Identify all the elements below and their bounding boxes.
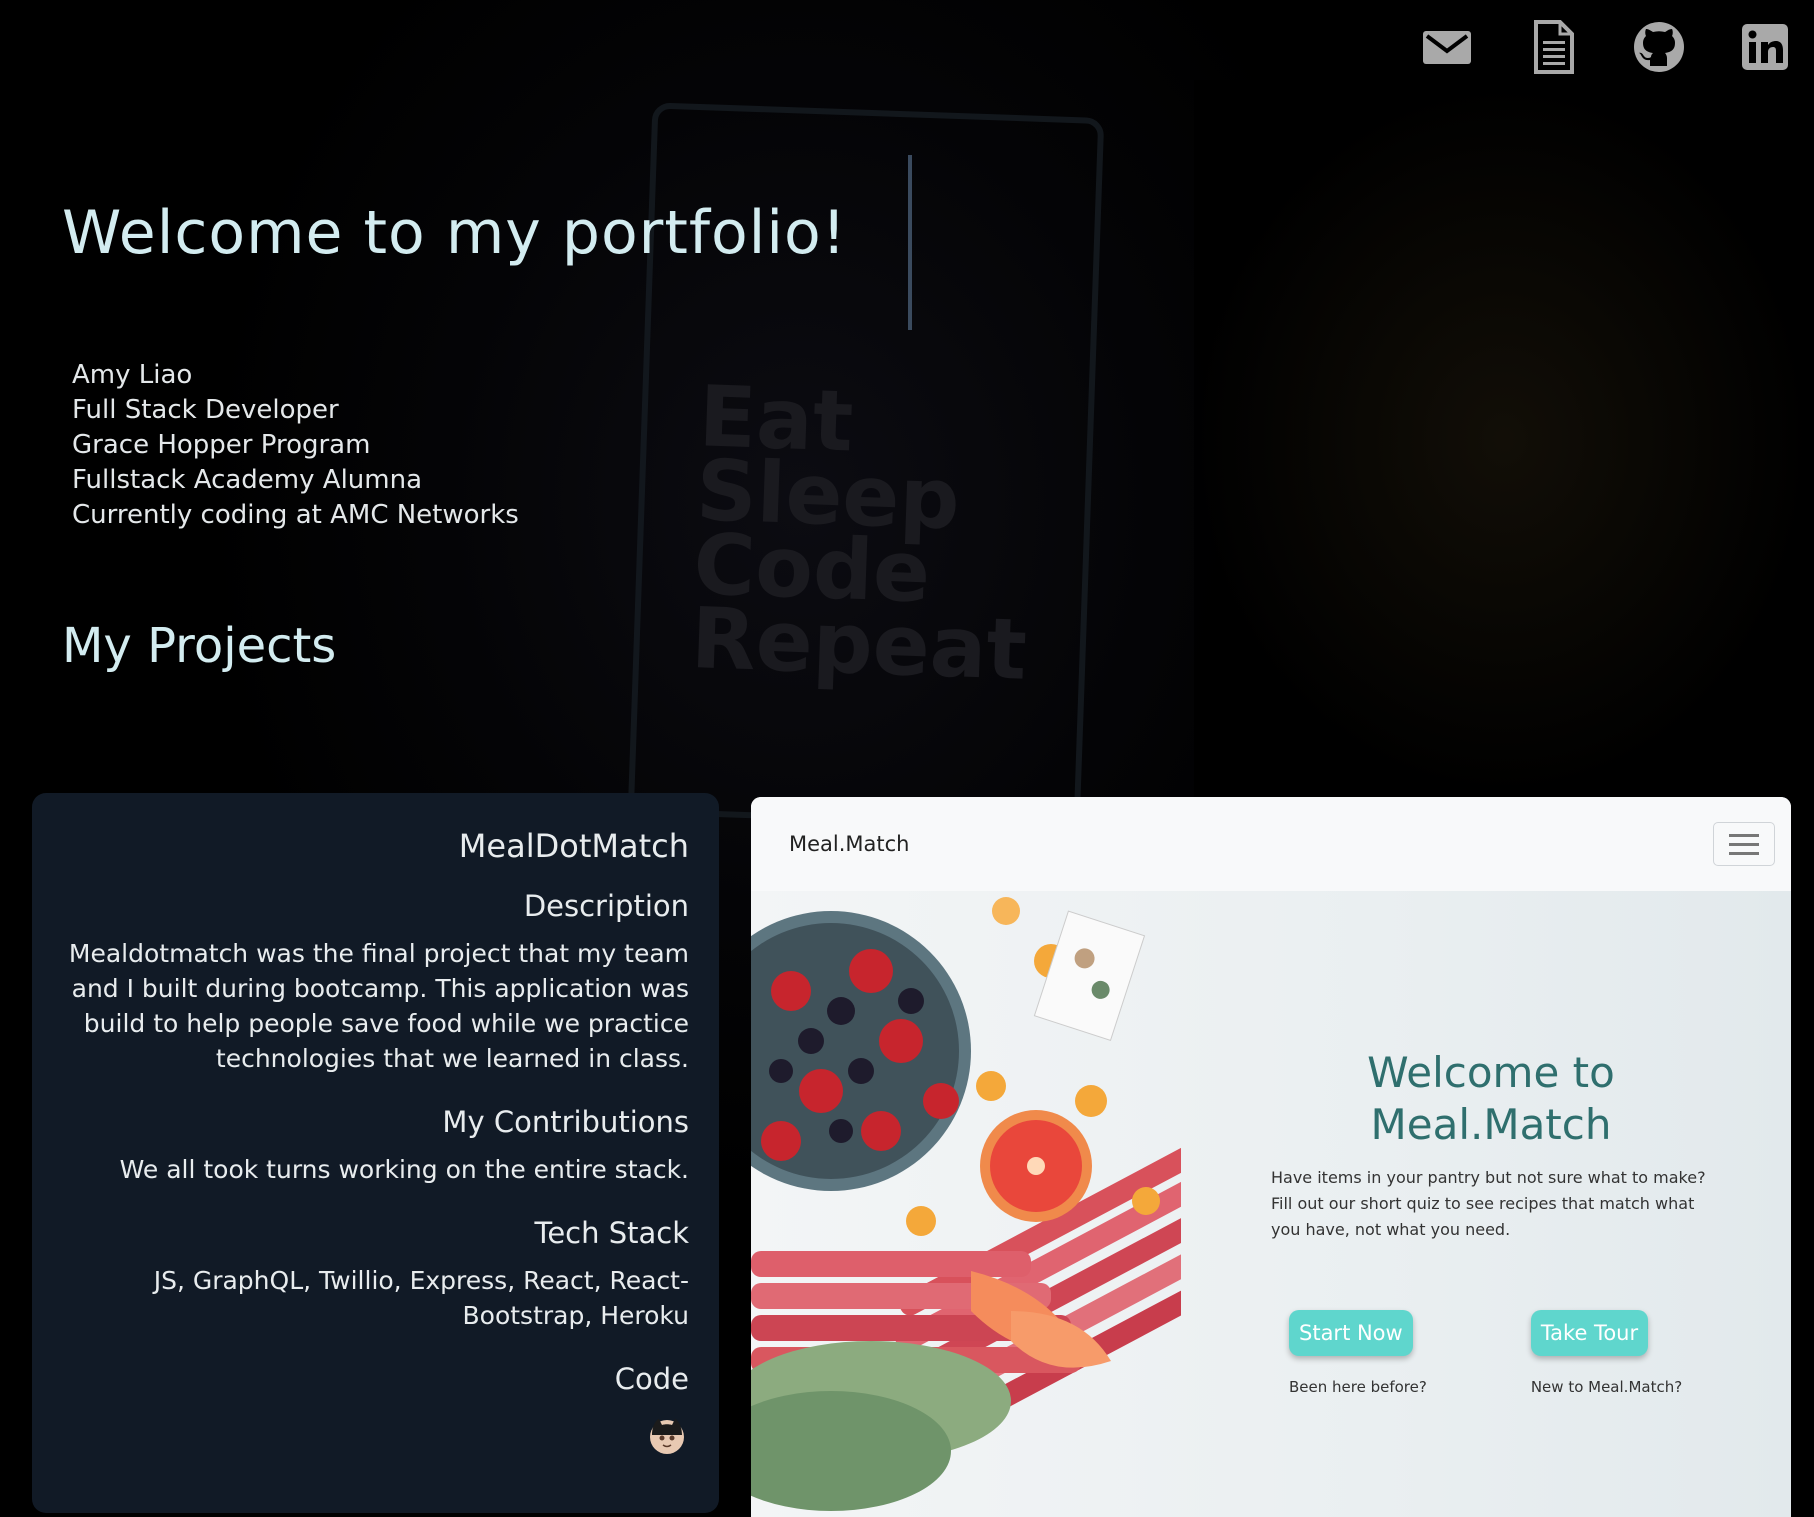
bio-block: Amy Liao Full Stack Developer Grace Hopp… [72,358,519,533]
project-screenshot: Meal.Match Welcome to Meal.Match Have it… [751,797,1791,1517]
project-name: MealDotMatch [458,827,689,865]
preview-brand[interactable]: Meal.Match [789,832,910,856]
preview-navbar: Meal.Match [751,797,1791,891]
tech-stack-heading: Tech Stack [534,1216,689,1250]
project-contributions: We all took turns working on the entire … [119,1155,689,1184]
bio-name: Amy Liao [72,360,193,390]
preview-hero-copy: Welcome to Meal.Match Have items in your… [1271,1047,1711,1243]
resume-document-icon[interactable] [1524,18,1582,76]
projects-heading: My Projects [62,618,337,674]
tour-hint: New to Meal.Match? [1530,1378,1683,1396]
start-now-button[interactable]: Start Now [1289,1310,1413,1356]
food-illustration [751,897,1181,1511]
project-description: Mealdotmatch was the final project that … [68,939,689,1073]
page-title: Welcome to my portfolio! [62,198,847,268]
code-heading: Code [614,1362,689,1396]
background-glow [1194,80,1814,800]
bio-line: Grace Hopper Program [72,430,371,460]
github-octocat-icon[interactable] [645,1413,689,1457]
preview-heading: Welcome to Meal.Match [1367,1048,1615,1149]
background-phone-text: Eat Sleep Code Repeat [689,367,1029,699]
social-nav [1418,18,1794,76]
hamburger-menu-icon[interactable] [1713,822,1775,866]
preview-text: Have items in your pantry but not sure w… [1271,1168,1706,1239]
project-card: MealDotMatch Description Mealdotmatch wa… [32,793,719,1513]
start-hint: Been here before? [1289,1378,1427,1396]
linkedin-icon[interactable] [1736,18,1794,76]
take-tour-button[interactable]: Take Tour [1530,1310,1649,1356]
bio-line: Full Stack Developer [72,395,339,425]
project-tech-stack: JS, GraphQL, Twillio, Express, React, Re… [153,1266,689,1330]
github-icon[interactable] [1630,18,1688,76]
text-cursor [908,155,912,330]
description-heading: Description [523,889,689,923]
preview-hero: Welcome to Meal.Match Have items in your… [751,891,1791,1517]
mail-icon[interactable] [1418,18,1476,76]
bio-line: Currently coding at AMC Networks [72,500,519,530]
bio-line: Fullstack Academy Alumna [72,465,423,495]
preview-actions: Start Now Been here before? Take Tour Ne… [1289,1310,1682,1396]
contributions-heading: My Contributions [442,1105,689,1139]
